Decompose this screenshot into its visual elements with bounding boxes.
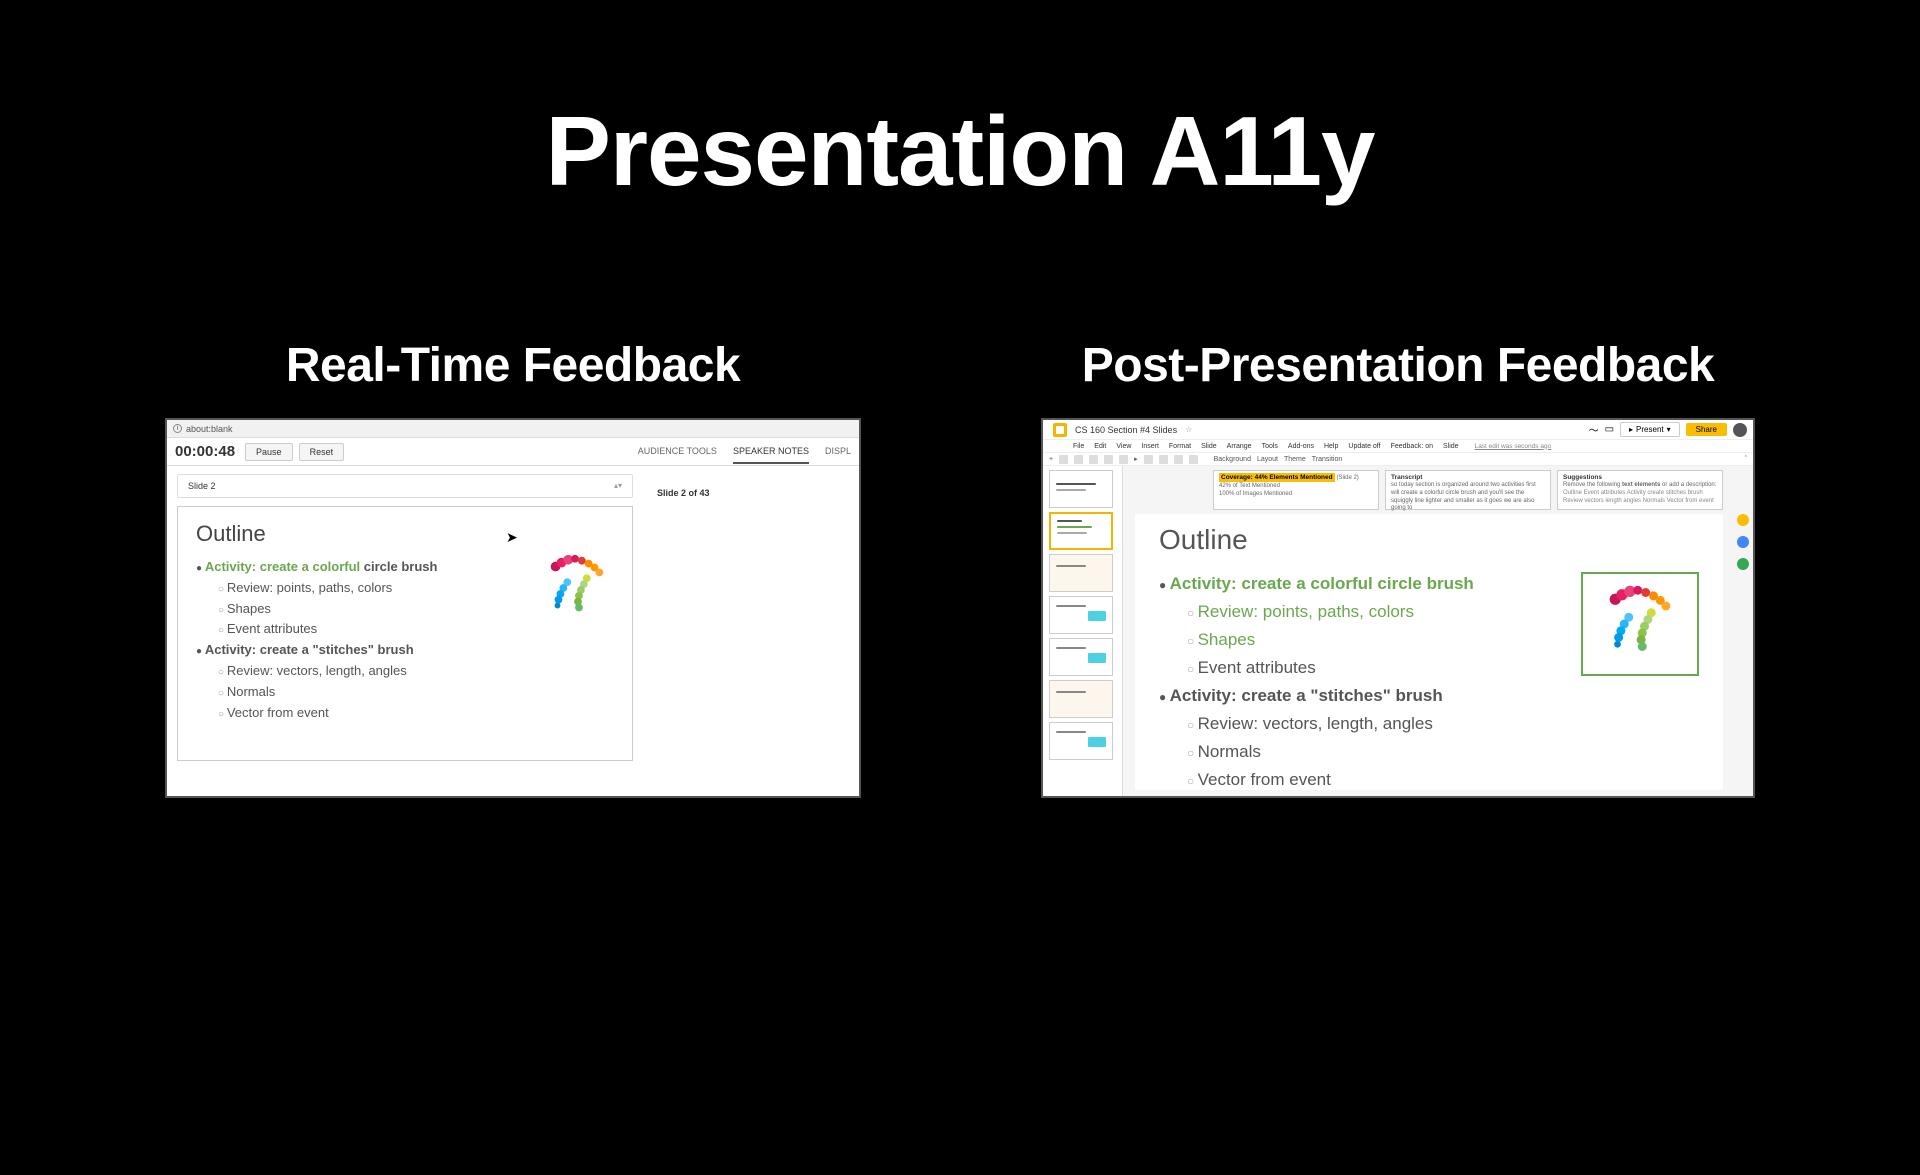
suggestions-box: Suggestions Remove the following text el… <box>1557 470 1723 510</box>
slide-counter: Slide 2 of 43 <box>657 488 710 498</box>
url-text: about:blank <box>186 424 233 434</box>
addon-icon-1[interactable] <box>1737 514 1749 526</box>
menu-tools[interactable]: Tools <box>1262 443 1278 450</box>
zoom-icon[interactable] <box>1119 455 1128 464</box>
panels-row: Real-Time Feedback i about:blank 00:00:4… <box>0 338 1920 798</box>
menu-bar: File Edit View Insert Format Slide Arran… <box>1043 440 1753 452</box>
chart-icon[interactable]: 〜 <box>1589 422 1599 437</box>
reset-button[interactable]: Reset <box>299 443 345 461</box>
slides-logo-icon <box>1053 423 1067 437</box>
document-title[interactable]: CS 160 Section #4 Slides <box>1075 425 1177 435</box>
thumb-6[interactable] <box>1049 680 1113 718</box>
menu-update[interactable]: Update off <box>1348 443 1380 450</box>
current-slide-preview: Outline ➤ <box>177 506 633 761</box>
colorful-brush-image-2 <box>1590 579 1690 669</box>
chevron-updown-icon: ▴▾ <box>614 481 622 491</box>
present-button[interactable]: ▸ Present ▾ <box>1620 422 1680 437</box>
thumb-3[interactable] <box>1049 554 1113 592</box>
left-heading: Real-Time Feedback <box>286 338 740 393</box>
menu-addons[interactable]: Add-ons <box>1288 443 1314 450</box>
main-slide[interactable]: Outline <box>1135 514 1723 790</box>
editor-body: Coverage: 44% Elements Mentioned (Slide … <box>1043 466 1753 798</box>
main-slide-title: Outline <box>1159 524 1699 556</box>
image-icon[interactable] <box>1159 455 1168 464</box>
tab-speaker-notes[interactable]: SPEAKER NOTES <box>733 440 809 464</box>
side-addon-strip <box>1735 514 1751 570</box>
right-heading: Post-Presentation Feedback <box>1082 338 1715 393</box>
icon-toolbar: + ▸ Background Layout Theme Transition ˆ <box>1043 452 1753 466</box>
tab-display[interactable]: DISPL <box>825 440 851 464</box>
right-panel: Post-Presentation Feedback CS 160 Sectio… <box>1041 338 1755 798</box>
star-icon[interactable]: ☆ <box>1185 425 1192 434</box>
transition-button[interactable]: Transition <box>1312 456 1342 463</box>
undo-icon[interactable] <box>1059 455 1068 464</box>
thumb-1[interactable] <box>1049 470 1113 508</box>
share-button[interactable]: Share <box>1686 423 1727 436</box>
menu-feedback[interactable]: Feedback: on <box>1391 443 1433 450</box>
redo-icon[interactable] <box>1074 455 1083 464</box>
thumb-4[interactable] <box>1049 596 1113 634</box>
menu-insert[interactable]: Insert <box>1141 443 1159 450</box>
menu-arrange[interactable]: Arrange <box>1227 443 1252 450</box>
thumb-7[interactable] <box>1049 722 1113 760</box>
thumb-2[interactable] <box>1049 512 1113 550</box>
comment-icon[interactable]: ▭ <box>1605 424 1614 435</box>
textbox-icon[interactable] <box>1144 455 1153 464</box>
theme-button[interactable]: Theme <box>1284 456 1306 463</box>
timer-display: 00:00:48 <box>175 443 235 460</box>
print-icon[interactable] <box>1089 455 1098 464</box>
addon-icon-3[interactable] <box>1737 558 1749 570</box>
new-slide-icon[interactable]: + <box>1049 456 1053 463</box>
cursor-pointer-icon: ➤ <box>506 529 518 546</box>
menu-help[interactable]: Help <box>1324 443 1338 450</box>
presenter-view-screenshot: i about:blank 00:00:48 Pause Reset AUDIE… <box>165 418 861 798</box>
slide-canvas: Coverage: 44% Elements Mentioned (Slide … <box>1123 466 1753 798</box>
user-avatar-icon[interactable] <box>1733 423 1747 437</box>
shape-icon[interactable] <box>1174 455 1183 464</box>
editor-header: CS 160 Section #4 Slides ☆ 〜 ▭ ▸ Present… <box>1043 420 1753 440</box>
left-panel: Real-Time Feedback i about:blank 00:00:4… <box>165 338 861 798</box>
brush-image-box <box>1581 572 1699 676</box>
slide-selector-label: Slide 2 <box>188 481 216 491</box>
pause-button[interactable]: Pause <box>245 443 293 461</box>
collapse-icon[interactable]: ˆ <box>1745 456 1747 463</box>
addon-icon-2[interactable] <box>1737 536 1749 548</box>
menu-format[interactable]: Format <box>1169 443 1191 450</box>
layout-button[interactable]: Layout <box>1257 456 1278 463</box>
menu-view[interactable]: View <box>1116 443 1131 450</box>
background-button[interactable]: Background <box>1214 456 1251 463</box>
transcript-box: Transcript so today section is organized… <box>1385 470 1551 510</box>
thumb-5[interactable] <box>1049 638 1113 676</box>
slide-heading: Outline <box>196 521 614 547</box>
pointer-icon[interactable]: ▸ <box>1134 455 1138 463</box>
presenter-toolbar: 00:00:48 Pause Reset AUDIENCE TOOLS SPEA… <box>167 438 859 466</box>
browser-address-bar: i about:blank <box>167 420 859 438</box>
slide-title: Presentation A11y <box>0 95 1920 208</box>
editor-screenshot: CS 160 Section #4 Slides ☆ 〜 ▭ ▸ Present… <box>1041 418 1755 798</box>
coverage-box: Coverage: 44% Elements Mentioned (Slide … <box>1213 470 1379 510</box>
thumbnail-strip <box>1043 466 1123 798</box>
presenter-tabs: AUDIENCE TOOLS SPEAKER NOTES DISPL <box>638 440 851 464</box>
paint-icon[interactable] <box>1104 455 1113 464</box>
menu-file[interactable]: File <box>1073 443 1084 450</box>
feedback-info-strip: Coverage: 44% Elements Mentioned (Slide … <box>1213 470 1723 510</box>
line-icon[interactable] <box>1189 455 1198 464</box>
menu-slide2[interactable]: Slide <box>1443 443 1459 450</box>
tab-audience-tools[interactable]: AUDIENCE TOOLS <box>638 440 717 464</box>
colorful-brush-image <box>538 549 616 627</box>
last-edit-label: Last edit was seconds ago <box>1475 443 1552 450</box>
menu-slide[interactable]: Slide <box>1201 443 1217 450</box>
slide-selector[interactable]: Slide 2 ▴▾ <box>177 474 633 498</box>
menu-edit[interactable]: Edit <box>1094 443 1106 450</box>
info-icon: i <box>173 424 182 433</box>
